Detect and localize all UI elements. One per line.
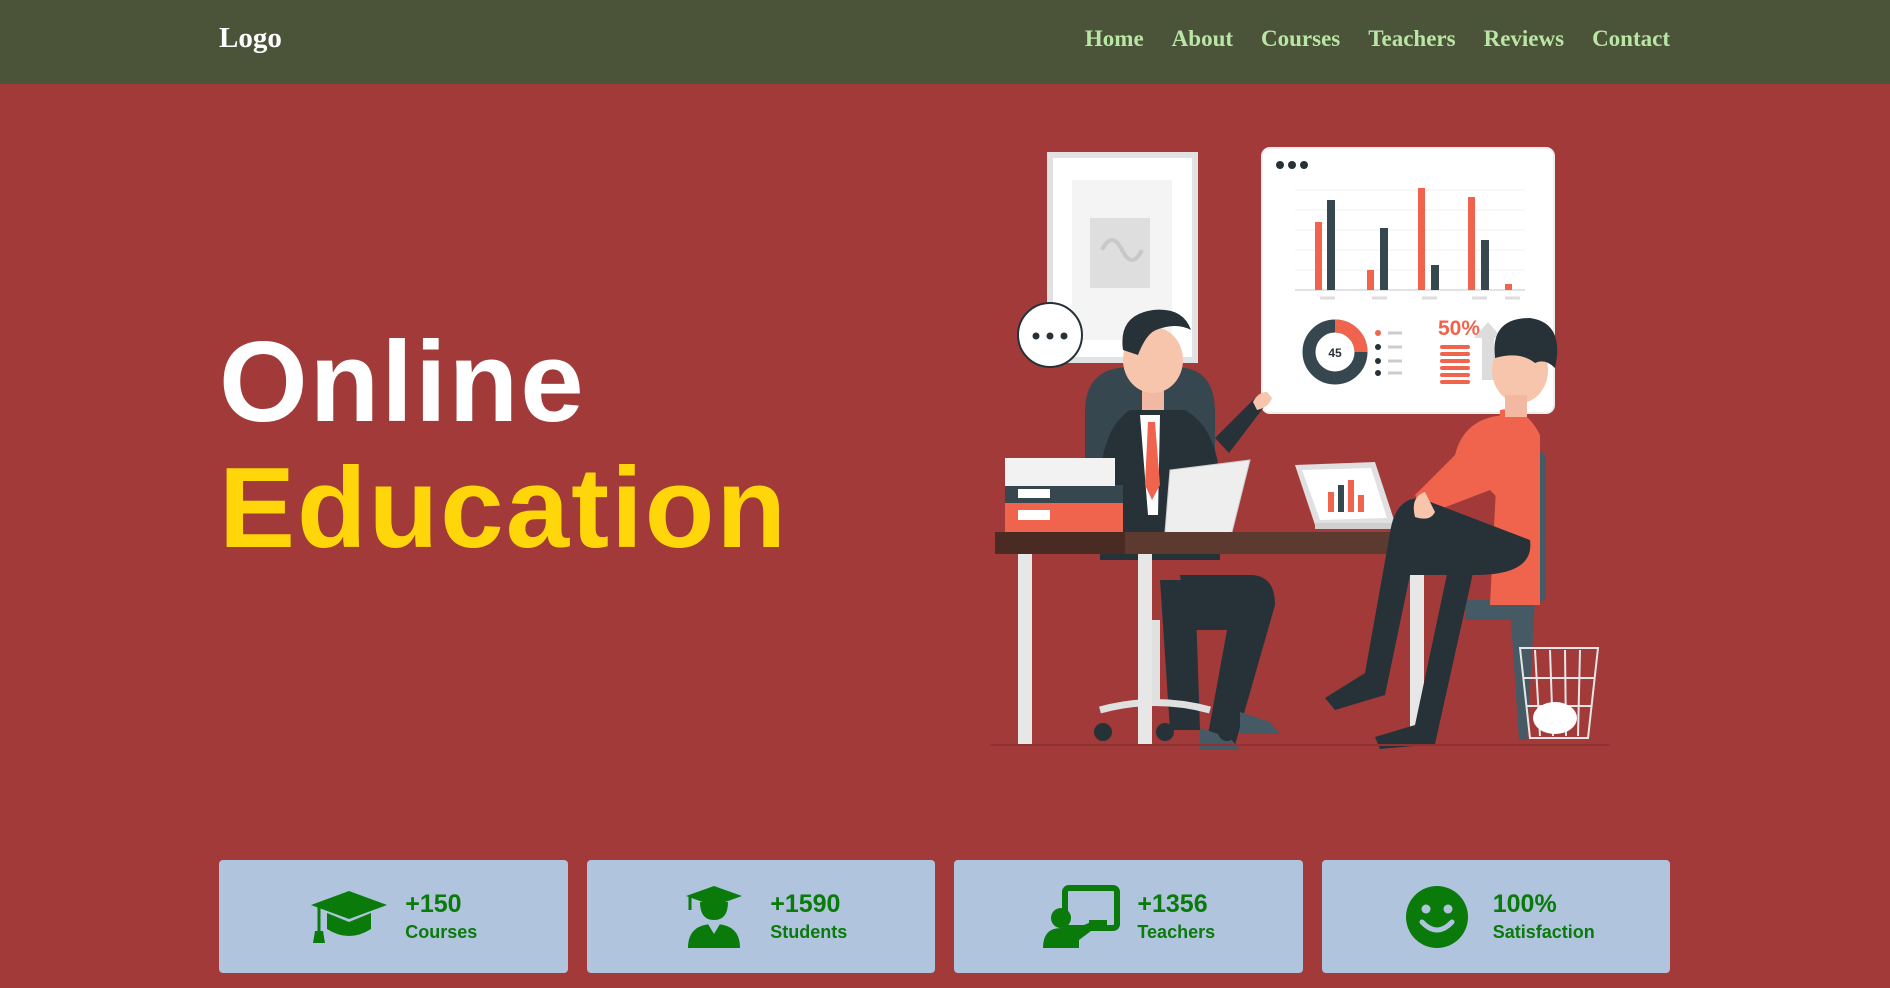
logo-link[interactable]: Logo: [219, 22, 282, 55]
stat-value: 100%: [1492, 889, 1557, 918]
chart-percent: 50%: [1438, 317, 1480, 340]
nav-link-courses[interactable]: Courses: [1261, 26, 1340, 52]
nav-link-reviews[interactable]: Reviews: [1484, 26, 1564, 52]
nav-link-contact[interactable]: Contact: [1592, 26, 1670, 52]
stat-value: +1590: [770, 889, 841, 918]
hero-title-line2: Education: [219, 445, 789, 572]
stat-label: Satisfaction: [1492, 921, 1595, 942]
donut-value: 45: [1328, 346, 1342, 360]
nav-link-home[interactable]: Home: [1085, 26, 1144, 52]
stat-text: +1590 Students: [770, 889, 847, 945]
stat-card-courses: +150 Courses: [219, 860, 568, 973]
hero-title: Online Education: [219, 320, 788, 572]
smiley-face-icon: [1397, 884, 1477, 950]
stat-label: Teachers: [1137, 921, 1216, 942]
desk: [995, 532, 1425, 744]
student-icon: [674, 884, 754, 950]
stats-row: +150 Courses +1590 Students +1356 Teache…: [219, 860, 1670, 973]
stat-value: +1356: [1137, 889, 1208, 918]
nav-links: Home About Courses Teachers Reviews Cont…: [1085, 26, 1670, 52]
trash-bin: [1518, 647, 1600, 739]
stat-card-teachers: +1356 Teachers: [954, 860, 1303, 973]
nav-link-teachers[interactable]: Teachers: [1368, 26, 1455, 52]
stat-label: Students: [770, 921, 848, 942]
stat-value: +150: [405, 889, 462, 918]
binders: [1005, 458, 1123, 532]
nav-link-about[interactable]: About: [1172, 26, 1233, 52]
stat-text: +150 Courses: [405, 889, 477, 945]
stat-label: Courses: [405, 921, 478, 942]
stat-card-students: +1590 Students: [586, 860, 935, 973]
stat-text: 100% Satisfaction: [1493, 889, 1595, 945]
business-meeting-illustration: 45 50%: [990, 147, 1610, 750]
graduation-cap-icon: [309, 884, 389, 950]
speech-bubble: [1017, 302, 1083, 368]
hero-title-line1: Online: [219, 319, 586, 446]
stat-text: +1356 Teachers: [1137, 889, 1215, 945]
teacher-board-icon: [1041, 884, 1121, 950]
navbar: Logo Home About Courses Teachers Reviews…: [0, 0, 1890, 84]
stat-card-satisfaction: 100% Satisfaction: [1321, 860, 1670, 973]
